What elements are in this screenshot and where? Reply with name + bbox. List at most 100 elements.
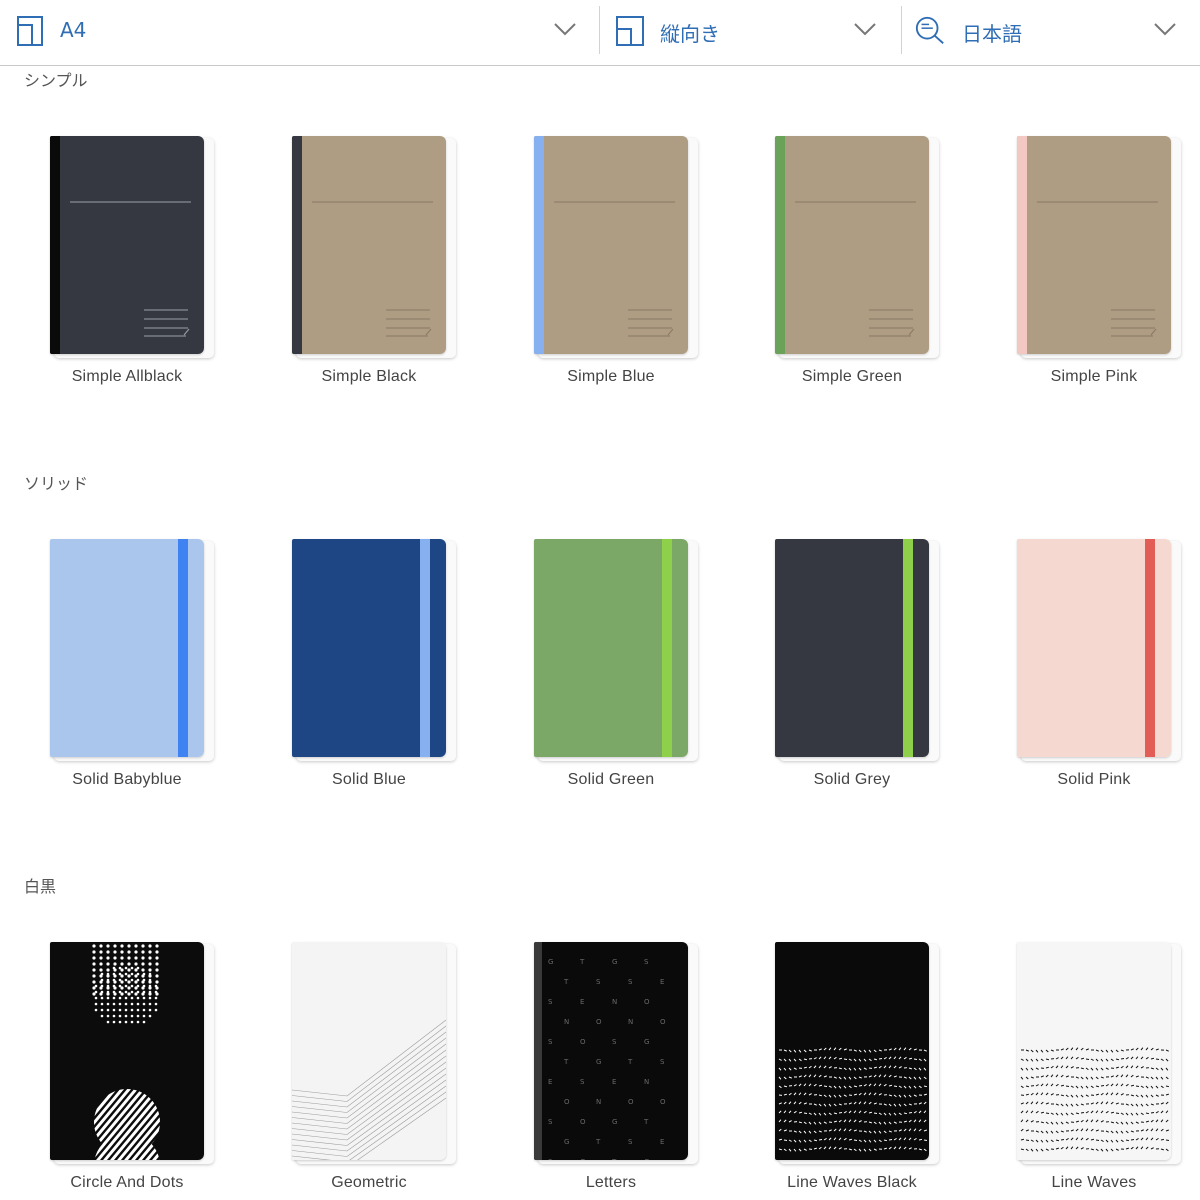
svg-text:S: S xyxy=(580,1078,585,1086)
svg-text:N: N xyxy=(596,1098,601,1106)
svg-text:E: E xyxy=(548,1078,552,1086)
cover-art xyxy=(292,136,446,354)
cover-art xyxy=(775,136,929,354)
svg-text:G: G xyxy=(612,1118,617,1126)
section-title-solid: ソリッド xyxy=(24,474,89,493)
cover-caption: Simple Blue xyxy=(567,368,655,385)
section-title-simple: シンプル xyxy=(24,71,88,90)
svg-text:T: T xyxy=(595,1138,601,1146)
svg-text:S: S xyxy=(596,978,601,986)
svg-text:E: E xyxy=(660,1138,664,1146)
svg-text:E: E xyxy=(660,978,664,986)
svg-text:T: T xyxy=(579,958,585,966)
cover-caption: Solid Green xyxy=(567,771,655,788)
cover-art xyxy=(534,136,688,354)
cover-solid-babyblue[interactable] xyxy=(50,539,214,761)
svg-text:E: E xyxy=(580,998,584,1006)
cover-caption: Solid Grey xyxy=(813,771,891,788)
cover-face xyxy=(775,942,929,1160)
svg-text:G: G xyxy=(564,1138,569,1146)
cover-face xyxy=(534,136,688,354)
cover-caption: Solid Pink xyxy=(1057,771,1131,788)
svg-text:S: S xyxy=(628,978,633,986)
orientation-label: 縦向き xyxy=(660,22,720,46)
cover-simple-green[interactable] xyxy=(775,136,939,358)
cover-simple-allblack[interactable] xyxy=(50,136,214,358)
page-size-icon xyxy=(17,16,43,46)
cover-caption: Simple Green xyxy=(801,368,903,385)
cover-art xyxy=(50,942,204,1160)
svg-text:S: S xyxy=(548,1038,553,1046)
svg-text:S: S xyxy=(548,1118,553,1126)
cover-caption: Simple Pink xyxy=(1050,368,1138,385)
cover-caption: Solid Babyblue xyxy=(72,771,182,788)
cover-simple-blue[interactable] xyxy=(534,136,698,358)
svg-text:O: O xyxy=(628,1098,634,1106)
cover-face xyxy=(292,136,446,354)
cover-face xyxy=(50,942,204,1160)
svg-text:S: S xyxy=(628,1138,633,1146)
language-search-icon xyxy=(915,16,944,44)
cover-caption: Letters xyxy=(585,1174,637,1191)
cover-circle-and-dots[interactable] xyxy=(50,942,214,1164)
svg-text:N: N xyxy=(644,1078,649,1086)
svg-text:O: O xyxy=(660,1018,666,1026)
svg-text:T: T xyxy=(627,1058,633,1066)
chevron-down-icon xyxy=(554,23,576,36)
cover-face xyxy=(1017,942,1171,1160)
cover-art xyxy=(534,539,688,757)
cover-solid-green[interactable] xyxy=(534,539,698,761)
cover-caption: Geometric xyxy=(331,1174,407,1191)
cover-face xyxy=(1017,539,1171,757)
cover-caption: Line Waves xyxy=(1051,1174,1137,1191)
svg-text:G: G xyxy=(580,1158,585,1160)
svg-text:G: G xyxy=(548,958,553,966)
orientation-icon xyxy=(616,16,644,46)
cover-art: G T G S T S S E S E N O N O N O S O S G T G T S E S E N O N O O S O G T G T S E… xyxy=(534,942,688,1160)
cover-face: G T G S T S S E S E N O N O N O S O S G T G T S E S E N O N O O S O G T G T S E… xyxy=(534,942,688,1160)
cover-art xyxy=(775,539,929,757)
svg-text:G: G xyxy=(596,1058,601,1066)
cover-solid-grey[interactable] xyxy=(775,539,939,761)
cover-letters[interactable]: G T G S T S S E S E N O N O N O S O S G T G T S E S E N O N O O S O G T G T S E… xyxy=(534,942,698,1164)
svg-text:G: G xyxy=(644,1158,649,1160)
cover-face xyxy=(292,942,446,1160)
language-dropdown[interactable]: 日本語 xyxy=(902,0,1200,65)
cover-caption: Solid Blue xyxy=(331,771,407,788)
svg-text:T: T xyxy=(563,1058,569,1066)
cover-line-waves[interactable] xyxy=(1017,942,1181,1164)
cover-face xyxy=(775,136,929,354)
svg-text:G: G xyxy=(612,958,617,966)
svg-text:T: T xyxy=(643,1118,649,1126)
cover-art xyxy=(50,136,204,354)
cover-geometric[interactable] xyxy=(292,942,456,1164)
cover-art xyxy=(1017,136,1171,354)
page-size-dropdown[interactable]: A4 xyxy=(0,0,598,65)
cover-face xyxy=(50,539,204,757)
svg-text:S: S xyxy=(548,998,553,1006)
cover-line-waves-black[interactable] xyxy=(775,942,939,1164)
cover-solid-blue[interactable] xyxy=(292,539,456,761)
orientation-dropdown[interactable]: 縦向き xyxy=(600,0,900,65)
cover-face xyxy=(50,136,204,354)
svg-text:S: S xyxy=(644,958,649,966)
cover-solid-pink[interactable] xyxy=(1017,539,1181,761)
cover-simple-pink[interactable] xyxy=(1017,136,1181,358)
cover-face xyxy=(534,539,688,757)
svg-text:N: N xyxy=(612,998,617,1006)
cover-face xyxy=(1017,136,1171,354)
cover-art xyxy=(50,539,204,757)
svg-text:O: O xyxy=(580,1038,586,1046)
chevron-down-icon xyxy=(854,23,876,36)
toolbar: A4 縦向き 日本語 xyxy=(0,0,1200,66)
svg-text:O: O xyxy=(596,1018,602,1026)
svg-text:O: O xyxy=(564,1098,570,1106)
cover-face xyxy=(292,539,446,757)
page-size-label: A4 xyxy=(60,18,87,42)
svg-text:S: S xyxy=(612,1038,617,1046)
cover-simple-black[interactable] xyxy=(292,136,456,358)
cover-caption: Simple Black xyxy=(321,368,417,385)
svg-text:O: O xyxy=(580,1118,586,1126)
svg-text:O: O xyxy=(644,998,650,1006)
cover-face xyxy=(775,539,929,757)
